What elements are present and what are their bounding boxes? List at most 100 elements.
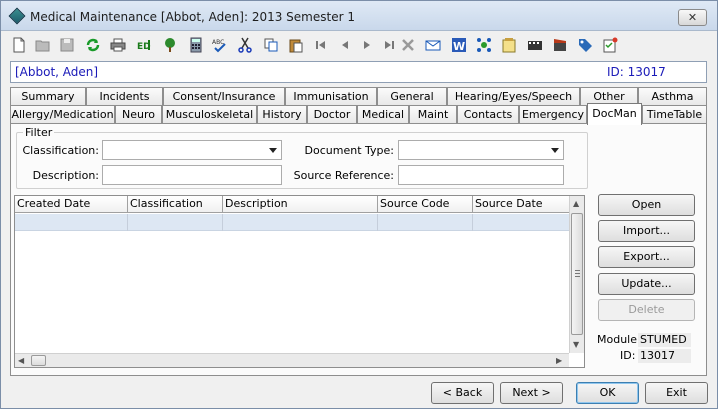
svg-text:ABC: ABC [212,39,224,46]
first-record-icon[interactable] [311,34,331,56]
module-label: Module: [597,333,641,346]
export-button[interactable]: Export... [598,246,695,268]
table-cell [128,214,223,231]
horizontal-scrollbar[interactable]: ◀ ▶ [15,353,569,367]
vertical-scroll-thumb[interactable] [571,213,583,335]
save-icon[interactable] [57,34,77,56]
tab-maint[interactable]: Maint [409,105,457,123]
student-header: [Abbot, Aden] ID: 13017 [10,61,707,83]
toolbar: ED ABC W [5,34,705,58]
update-button[interactable]: Update... [598,273,695,295]
table-cell [223,214,378,231]
record-icon[interactable] [550,34,570,56]
scroll-down-icon[interactable]: ▼ [573,340,579,350]
notes-icon[interactable] [499,34,519,56]
tab-summary[interactable]: Summary [10,87,86,105]
source-reference-label: Source Reference: [293,169,394,182]
tree-icon[interactable] [160,34,180,56]
table-row[interactable] [15,214,569,231]
refresh-icon[interactable] [83,34,103,56]
network-icon[interactable] [474,34,494,56]
calculator-icon[interactable] [186,34,206,56]
tab-doctor[interactable]: Doctor [307,105,357,123]
cut-icon[interactable] [235,34,255,56]
horizontal-scroll-thumb[interactable] [31,355,46,366]
checklist-icon[interactable] [600,34,620,56]
print-icon[interactable] [108,34,128,56]
tab-history[interactable]: History [257,105,307,123]
paste-icon[interactable] [286,34,306,56]
tab-consent-insurance[interactable]: Consent/Insurance [163,87,285,105]
tab-emergency[interactable]: Emergency [519,105,587,123]
exit-button[interactable]: Exit [645,382,708,404]
title-bar: Medical Maintenance [Abbot, Aden]: 2013 … [1,1,717,31]
student-id: ID: 13017 [607,65,666,79]
table-cell [378,214,473,231]
description-label: Description: [32,169,99,182]
ok-button[interactable]: OK [576,382,639,404]
tab-docman[interactable]: DocMan [587,103,642,125]
copy-icon[interactable] [261,34,281,56]
tab-contacts[interactable]: Contacts [457,105,519,123]
scroll-right-icon[interactable]: ▶ [556,356,562,366]
new-document-icon[interactable] [9,34,29,56]
classification-label: Classification: [22,144,100,157]
tab-hearing-eyes-speech[interactable]: Hearing/Eyes/Speech [447,87,580,105]
next-button[interactable]: Next > [500,382,563,404]
email-icon[interactable] [423,34,443,56]
tab-musculoskeletal[interactable]: Musculoskeletal [162,105,257,123]
film-icon[interactable] [525,34,545,56]
source-reference-input[interactable] [398,165,564,185]
column-source-code[interactable]: Source Code [378,196,473,213]
module-value: STUMED [638,333,691,347]
student-name: [Abbot, Aden] [15,65,99,79]
tab-immunisation[interactable]: Immunisation [285,87,377,105]
app-diamond-icon [8,7,26,25]
id-value: 13017 [638,349,691,363]
tab-general[interactable]: General [377,87,447,105]
import-button[interactable]: Import... [598,220,695,242]
column-source-date[interactable]: Source Date [473,196,569,213]
tab-allergy-medication[interactable]: Allergy/Medication [10,105,115,123]
tab-incidents[interactable]: Incidents [86,87,163,105]
close-button[interactable]: ✕ [678,9,707,26]
delete-icon[interactable] [398,34,418,56]
filter-group: Filter Classification: Document Type: De… [16,126,588,189]
tab-asthma[interactable]: Asthma [638,87,707,105]
previous-record-icon[interactable] [335,34,355,56]
table-cell [15,214,128,231]
document-type-dropdown[interactable] [398,140,564,160]
tab-neuro[interactable]: Neuro [115,105,162,123]
scroll-up-icon[interactable]: ▲ [573,199,579,209]
grid-header: Created Date Classification Description … [15,196,569,213]
classification-dropdown[interactable] [102,140,282,160]
documents-grid[interactable]: Created Date Classification Description … [14,195,585,368]
delete-button[interactable]: Delete [598,299,695,321]
medical-maintenance-window: Medical Maintenance [Abbot, Aden]: 2013 … [0,0,718,409]
back-button[interactable]: < Back [431,382,494,404]
word-icon[interactable]: W [449,34,469,56]
id-label: ID: [620,349,636,362]
chevron-down-icon [551,148,559,153]
column-created-date[interactable]: Created Date [15,196,128,213]
open-folder-icon[interactable] [33,34,53,56]
description-input[interactable] [102,165,282,185]
column-classification[interactable]: Classification [128,196,223,213]
window-title: Medical Maintenance [Abbot, Aden]: 2013 … [30,10,355,24]
tag-icon[interactable] [575,34,595,56]
document-type-label: Document Type: [304,144,394,157]
edit-icon[interactable]: ED [134,34,154,56]
next-record-icon[interactable] [357,34,377,56]
last-record-icon[interactable] [379,34,399,56]
open-button[interactable]: Open [598,194,695,216]
scroll-left-icon[interactable]: ◀ [18,356,24,366]
column-description[interactable]: Description [223,196,378,213]
svg-text:W: W [453,40,465,53]
tab-timetable[interactable]: TimeTable [642,105,707,123]
filter-legend: Filter [23,126,55,139]
vertical-scrollbar[interactable]: ▲ ▼ [569,196,584,353]
tab-medical[interactable]: Medical [357,105,409,123]
chevron-down-icon [269,148,277,153]
table-cell [473,214,569,231]
spell-check-icon[interactable]: ABC [210,34,230,56]
